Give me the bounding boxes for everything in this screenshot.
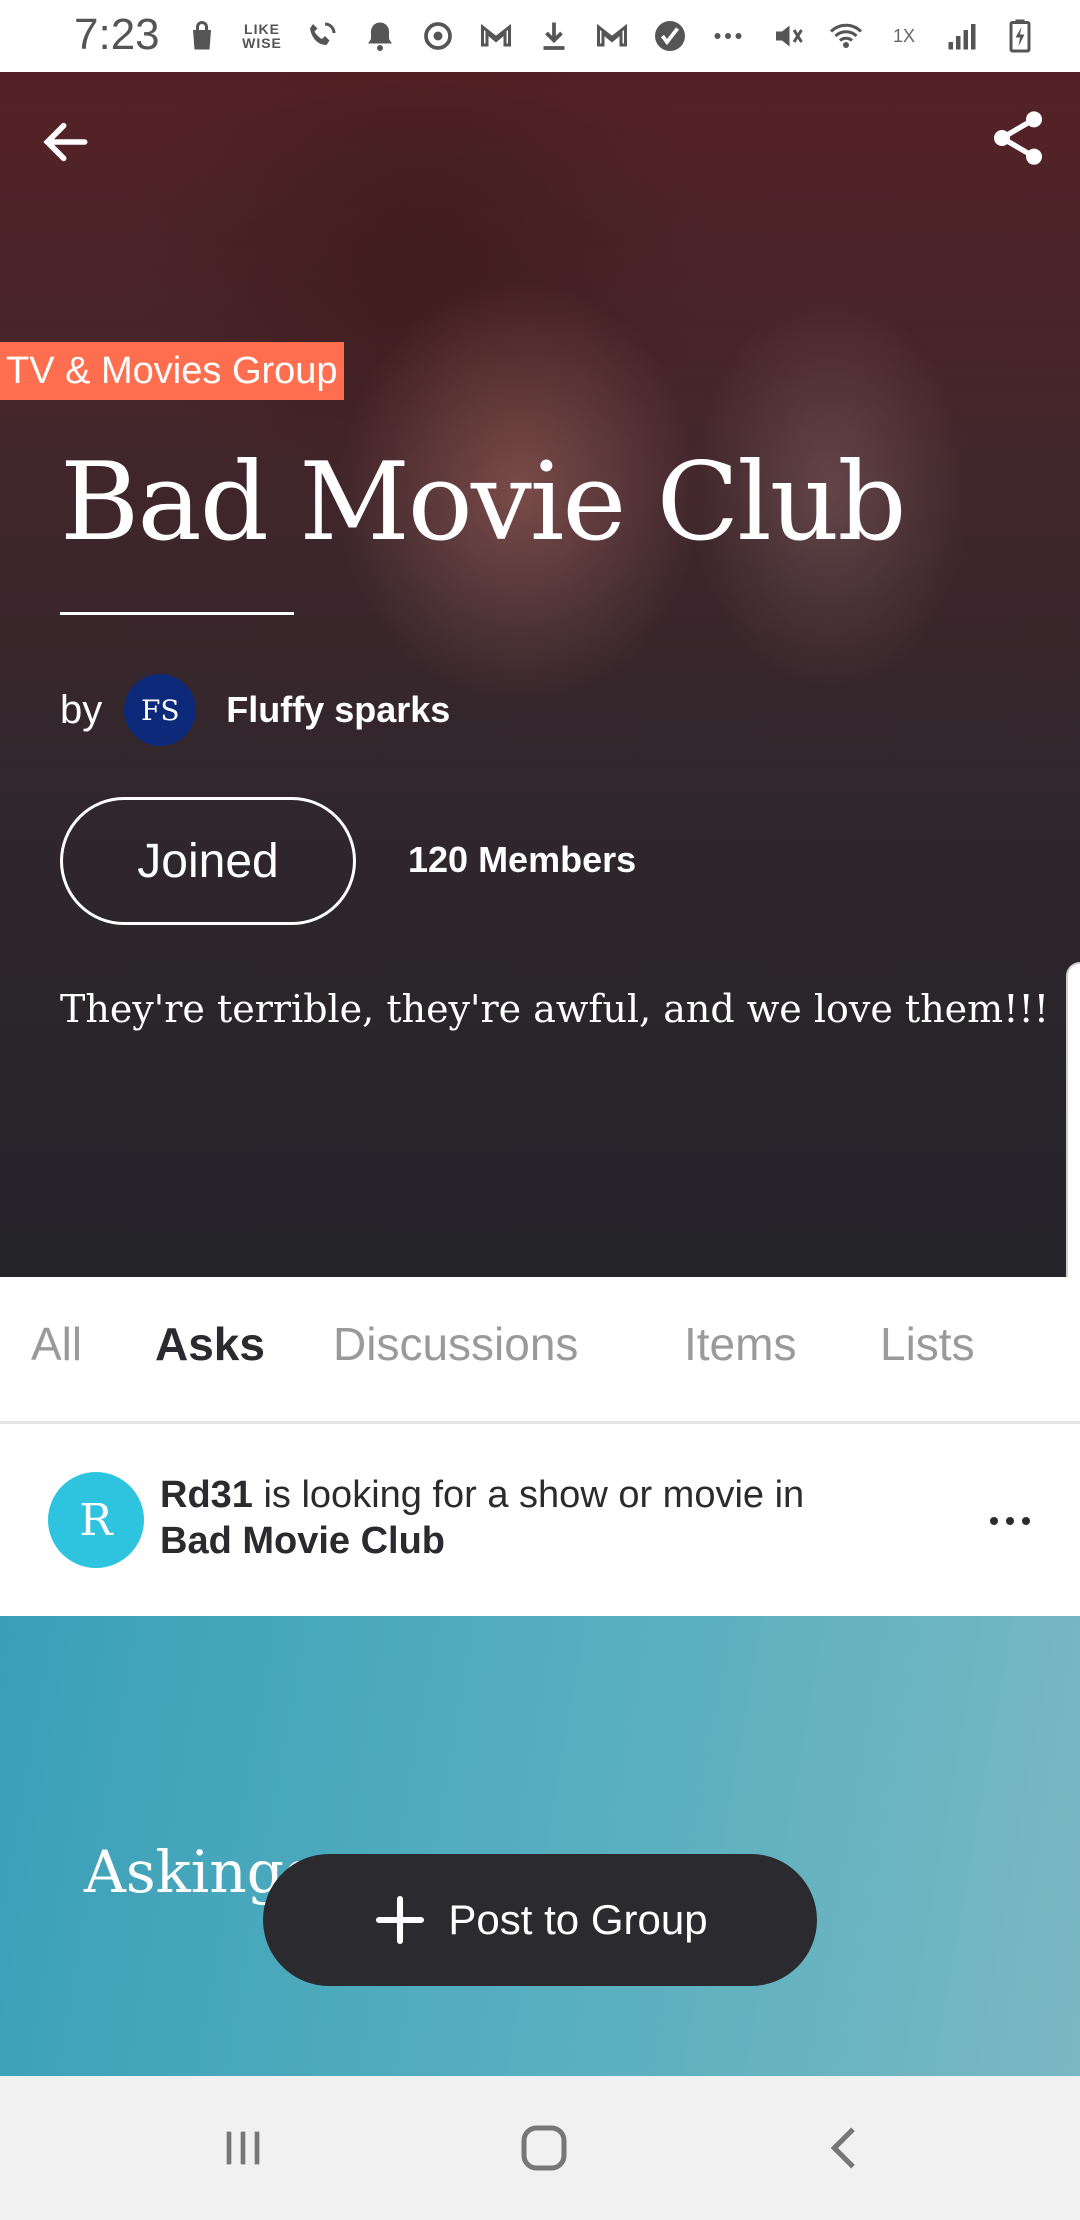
home-button[interactable] — [504, 2112, 584, 2184]
tab-lists[interactable]: Lists — [880, 1317, 975, 1371]
signal-icon — [942, 16, 982, 56]
post-to-group-label: Post to Group — [448, 1896, 708, 1943]
members-count[interactable]: 120 Members — [408, 839, 636, 881]
more-dot — [1006, 1517, 1014, 1525]
status-notification-icons: LIKE WISE — [182, 14, 748, 58]
group-description: They're terrible, they're awful, and we … — [60, 987, 1050, 1031]
plus-icon — [372, 1892, 428, 1948]
owner-avatar[interactable]: FS — [124, 674, 197, 746]
likewise-icon: LIKE WISE — [242, 21, 282, 51]
poster-avatar[interactable]: R — [48, 1472, 144, 1568]
check-badge-icon — [650, 16, 690, 56]
post-card[interactable]: R Rd31 is looking for a show or movie in… — [0, 1424, 1080, 1616]
poster-username[interactable]: Rd31 — [160, 1474, 253, 1516]
gmail-icon — [592, 16, 632, 56]
status-bar: 7:23 LIKE WISE 1X — [0, 0, 1080, 72]
share-button[interactable] — [982, 102, 1054, 174]
speed-label: 1X — [892, 25, 916, 46]
owner-name[interactable]: Fluffy sparks — [226, 689, 450, 731]
battery-charging-icon — [1000, 16, 1040, 56]
shopping-bag-icon — [182, 16, 222, 56]
tab-asks[interactable]: Asks — [155, 1317, 265, 1371]
system-back-button[interactable] — [806, 2112, 886, 2184]
owner-row[interactable]: by FS Fluffy sparks — [60, 672, 450, 748]
home-icon — [521, 2125, 567, 2171]
post-to-group-button[interactable]: Post to Group — [263, 1854, 817, 1986]
category-badge[interactable]: TV & Movies Group — [0, 342, 344, 400]
group-title: Bad Movie Club — [60, 440, 906, 565]
more-dots-icon — [708, 16, 748, 56]
back-arrow-icon — [43, 122, 88, 162]
group-hero: TV & Movies Group Bad Movie Club by FS F… — [0, 72, 1080, 1277]
more-dot — [1022, 1517, 1030, 1525]
back-chevron-icon — [830, 2127, 855, 2169]
by-label: by — [60, 687, 103, 732]
ask-banner[interactable]: Askingg — [0, 1616, 1080, 2076]
tab-discussions[interactable]: Discussions — [333, 1317, 578, 1371]
gmail-icon — [476, 16, 516, 56]
more-dot — [990, 1517, 998, 1525]
post-group-name[interactable]: Bad Movie Club — [160, 1520, 445, 1563]
joined-button[interactable]: Joined — [60, 797, 356, 925]
wifi-icon — [826, 16, 866, 56]
sync-icon — [418, 16, 458, 56]
status-time: 7:23 — [74, 10, 160, 59]
group-tabs: All Asks Discussions Items Lists — [0, 1277, 1080, 1424]
wifi-call-icon — [302, 16, 342, 56]
status-system-icons: 1X — [768, 14, 1040, 58]
tab-items[interactable]: Items — [684, 1317, 796, 1371]
share-icon — [994, 111, 1042, 165]
back-button[interactable] — [36, 112, 96, 172]
post-more-button[interactable] — [980, 1506, 1040, 1536]
recent-apps-icon — [226, 2131, 260, 2165]
post-action-text: is looking for a show or movie in — [252, 1474, 805, 1516]
bell-icon — [360, 16, 400, 56]
title-divider — [60, 612, 294, 615]
mute-icon — [768, 16, 808, 56]
recent-apps-button[interactable] — [203, 2112, 283, 2184]
post-header: Rd31 is looking for a show or movie in — [160, 1474, 804, 1517]
tab-all[interactable]: All — [31, 1317, 82, 1371]
download-icon — [534, 16, 574, 56]
system-nav-bar — [0, 2076, 1080, 2220]
